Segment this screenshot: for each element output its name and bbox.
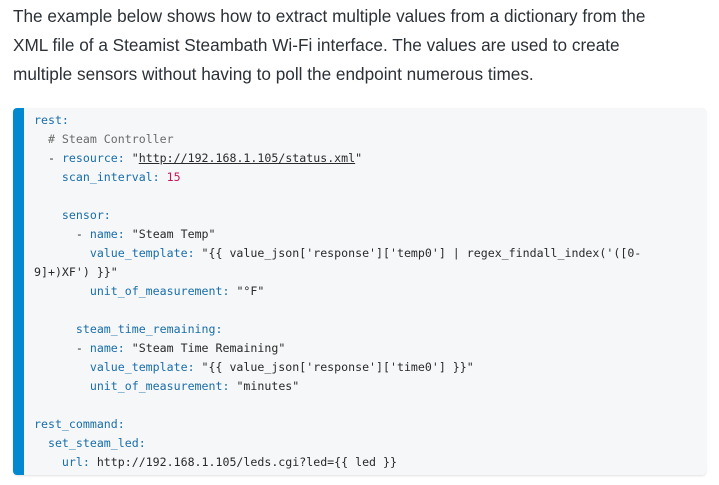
- yaml-key: name:: [89, 227, 125, 241]
- yaml-key: set_steam_led:: [47, 436, 146, 450]
- list-dash: -: [75, 227, 90, 241]
- code-line-10: unit_of_measurement: "°F": [34, 282, 641, 301]
- intro-line-3: multiple sensors without having to poll …: [13, 64, 534, 84]
- code-line-19: url: http://192.168.1.105/leds.cgi?led={…: [34, 453, 641, 472]
- yaml-code[interactable]: rest: # Steam Controller - resource: "ht…: [34, 111, 641, 472]
- yaml-string: 9]+)XF') }}": [34, 265, 118, 279]
- code-line-4: scan_interval: 15: [34, 168, 641, 187]
- code-line-12: steam_time_remaining:: [34, 320, 641, 339]
- yaml-string: "minutes": [236, 379, 300, 393]
- intro-line-1: The example below shows how to extract m…: [13, 6, 646, 26]
- yaml-string: "°F": [236, 284, 265, 298]
- quote: ": [131, 151, 139, 165]
- yaml-key: value_template:: [89, 246, 195, 260]
- list-dash: -: [75, 341, 90, 355]
- list-dash: -: [47, 151, 62, 165]
- code-block[interactable]: rest: # Steam Controller - resource: "ht…: [13, 108, 706, 475]
- yaml-key: sensor:: [61, 208, 111, 222]
- quote: ": [355, 151, 363, 165]
- yaml-key: rest:: [34, 113, 69, 127]
- code-line-13: - name: "Steam Time Remaining": [34, 339, 641, 358]
- yaml-string: "{{ value_json['response']['temp0'] | re…: [201, 246, 642, 260]
- yaml-number: 15: [166, 170, 181, 184]
- code-line-14: value_template: "{{ value_json['response…: [34, 358, 641, 377]
- code-line-2: # Steam Controller: [34, 130, 641, 149]
- code-line-6: sensor:: [34, 206, 641, 225]
- yaml-key: resource:: [61, 151, 125, 165]
- code-line-15: unit_of_measurement: "minutes": [34, 377, 641, 396]
- yaml-string: "Steam Temp": [131, 227, 216, 241]
- intro-paragraph: The example below shows how to extract m…: [13, 2, 713, 89]
- yaml-comment: # Steam Controller: [47, 132, 174, 146]
- yaml-key: scan_interval:: [61, 170, 160, 184]
- yaml-string: "{{ value_json['response']['time0'] }}": [201, 360, 474, 374]
- yaml-key: unit_of_measurement:: [89, 379, 230, 393]
- code-line-9: 9]+)XF') }}": [34, 263, 641, 282]
- code-line-3: - resource: "http://192.168.1.105/status…: [34, 149, 641, 168]
- intro-line-2: XML file of a Steamist Steambath Wi-Fi i…: [13, 35, 620, 55]
- yaml-key: rest_command:: [34, 417, 125, 431]
- resource-url-link[interactable]: http://192.168.1.105/status.xml: [139, 151, 355, 165]
- code-line-7: - name: "Steam Temp": [34, 225, 641, 244]
- code-line-1: rest:: [34, 111, 641, 130]
- yaml-key: name:: [89, 341, 125, 355]
- yaml-key: unit_of_measurement:: [89, 284, 230, 298]
- yaml-string: "Steam Time Remaining": [131, 341, 286, 355]
- code-line-18: set_steam_led:: [34, 434, 641, 453]
- yaml-key: steam_time_remaining:: [75, 322, 223, 336]
- code-line-8: value_template: "{{ value_json['response…: [34, 244, 641, 263]
- yaml-string: http://192.168.1.105/leds.cgi?led={{ led…: [96, 455, 397, 469]
- yaml-key: url:: [61, 455, 90, 469]
- yaml-key: value_template:: [89, 360, 195, 374]
- code-line-17: rest_command:: [34, 415, 641, 434]
